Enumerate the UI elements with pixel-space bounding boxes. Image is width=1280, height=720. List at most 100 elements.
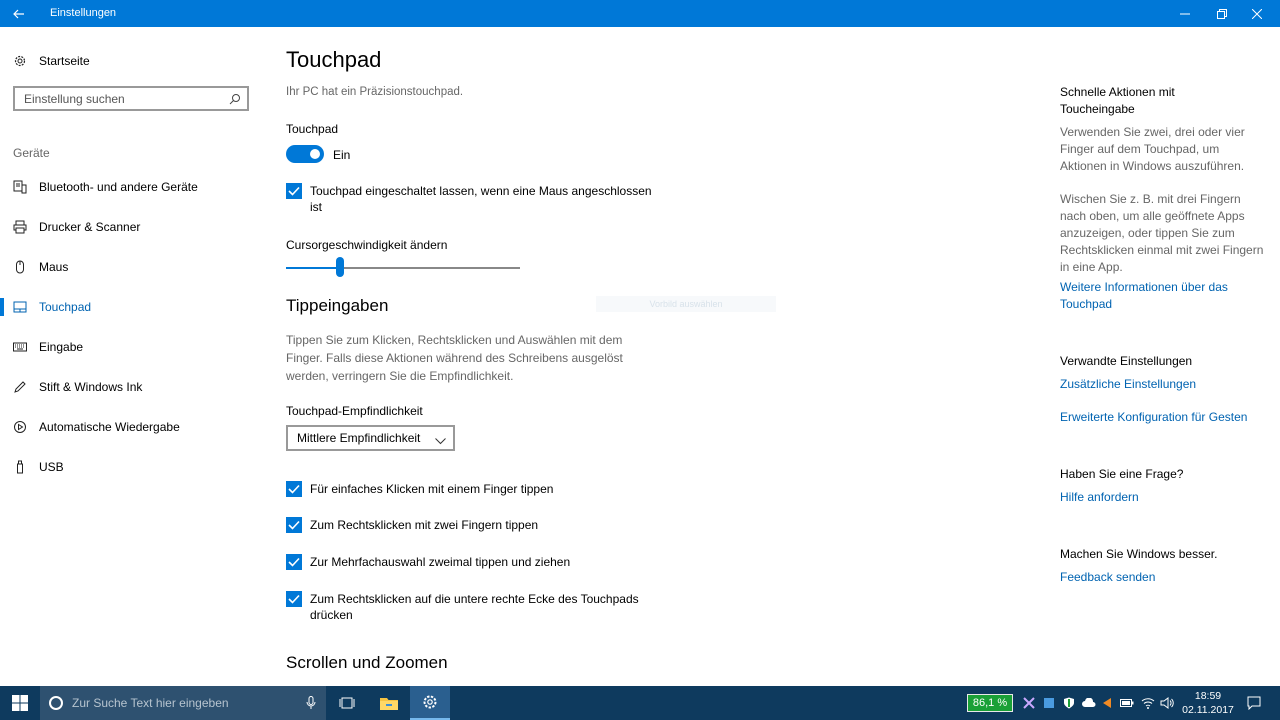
scroll-zoom-heading: Scrollen und Zoomen: [286, 653, 448, 672]
usb-icon: [12, 459, 28, 475]
checkbox-label: Zum Rechtsklicken auf die untere rechte …: [310, 592, 639, 622]
taskbar-search-box[interactable]: Zur Suche Text hier eingeben: [40, 686, 326, 720]
double-tap-drag-checkbox[interactable]: Zur Mehrfachauswahl zweimal tippen und z…: [286, 554, 570, 570]
send-feedback-link[interactable]: Feedback senden: [1060, 569, 1265, 586]
cursor-speed-slider[interactable]: [286, 252, 520, 277]
checkmark-icon: [286, 481, 302, 497]
get-help-link[interactable]: Hilfe anfordern: [1060, 489, 1265, 506]
sidebar-item-label: USB: [39, 460, 64, 474]
sidebar-item-touchpad[interactable]: Touchpad: [0, 287, 266, 327]
quick-actions-text-1: Verwenden Sie zwei, drei oder vier Finge…: [1060, 125, 1245, 173]
task-view-button[interactable]: [327, 686, 367, 720]
settings-search-box: [13, 86, 249, 111]
taskbar-search-placeholder: Zur Suche Text hier eingeben: [72, 696, 229, 710]
folder-icon: [380, 698, 398, 710]
checkbox-label: Zum Rechtsklicken mit zwei Fingern tippe…: [310, 518, 539, 532]
taskbar-clock[interactable]: 18:59 02.11.2017: [1180, 689, 1236, 717]
microphone-icon[interactable]: [306, 696, 316, 715]
home-label: Startseite: [39, 54, 90, 68]
wifi-icon[interactable]: [1140, 695, 1156, 711]
page-title: Touchpad: [286, 47, 382, 72]
touchpad-info-link[interactable]: Weitere Informationen über das Touchpad: [1060, 279, 1250, 313]
touchpad-icon: [12, 299, 28, 315]
tray-app-icon[interactable]: [1021, 695, 1037, 711]
action-center-button[interactable]: [1234, 686, 1274, 720]
checkmark-icon: [286, 554, 302, 570]
tray-app-icon[interactable]: [1099, 695, 1115, 711]
windows-logo-icon: [12, 695, 28, 711]
sensitivity-selected-value: Mittlere Empfindlichkeit: [297, 431, 421, 445]
sensitivity-label: Touchpad-Empfindlichkeit: [286, 404, 423, 418]
sidebar-item-label: Maus: [39, 260, 69, 274]
slider-fill: [286, 267, 340, 269]
touchpad-toggle[interactable]: [286, 145, 324, 163]
bluetooth-devices-icon: [12, 179, 28, 195]
task-view-icon: [339, 697, 355, 709]
search-icon[interactable]: [229, 92, 241, 110]
back-arrow-icon: [13, 9, 24, 18]
close-icon: [1252, 8, 1262, 19]
sidebar-item-input[interactable]: Eingabe: [0, 327, 266, 367]
title-bar: Einstellungen: [0, 0, 1280, 27]
tap-two-finger-right-click-checkbox[interactable]: Zum Rechtsklicken mit zwei Fingern tippe…: [286, 517, 538, 533]
sidebar-item-label: Eingabe: [39, 340, 84, 354]
file-explorer-button[interactable]: [369, 686, 409, 720]
settings-search-input[interactable]: [15, 88, 224, 109]
faded-tooltip: Vorbild auswählen: [596, 296, 776, 312]
tap-section-heading: Tippeingaben: [286, 296, 389, 315]
restore-icon: [1217, 8, 1227, 19]
sensitivity-dropdown[interactable]: Mittlere Empfindlichkeit: [286, 425, 455, 451]
tray-app-icon[interactable]: [1041, 695, 1057, 711]
clock-time: 18:59: [1194, 690, 1222, 702]
toggle-state-text: Ein: [333, 148, 351, 162]
question-heading: Haben Sie eine Frage?: [1060, 467, 1184, 481]
notification-icon: [1247, 696, 1261, 710]
gear-icon: [12, 53, 28, 69]
toggle-knob: [310, 149, 320, 159]
sidebar-item-pen[interactable]: Stift & Windows Ink: [0, 367, 266, 407]
sidebar-item-autoplay[interactable]: Automatische Wiedergabe: [0, 407, 266, 447]
volume-icon[interactable]: [1159, 695, 1175, 711]
window-title: Einstellungen: [50, 7, 117, 19]
checkmark-icon: [286, 591, 302, 607]
chevron-down-icon: [435, 434, 446, 448]
clock-date: 02.11.2017: [1182, 704, 1234, 716]
onedrive-cloud-icon[interactable]: [1081, 695, 1097, 711]
settings-taskbar-button[interactable]: [410, 686, 450, 720]
tap-description: Tippen Sie zum Klicken, Rechtsklicken un…: [286, 333, 623, 383]
autoplay-icon: [12, 419, 28, 435]
device-nav-list: Bluetooth- und andere Geräte Drucker & S…: [0, 167, 266, 487]
tap-single-finger-checkbox[interactable]: Für einfaches Klicken mit einem Finger t…: [286, 481, 553, 497]
keep-on-with-mouse-checkbox[interactable]: Touchpad eingeschaltet lassen, wenn eine…: [286, 183, 666, 215]
quick-actions-heading: Schnelle Aktionen mit Toucheingabe: [1060, 85, 1175, 116]
improve-windows-heading: Machen Sie Windows besser.: [1060, 547, 1218, 561]
quick-actions-text-2: Wischen Sie z. B. mit drei Fingern nach …: [1060, 192, 1264, 274]
sidebar-item-bluetooth[interactable]: Bluetooth- und andere Geräte: [0, 167, 266, 207]
sidebar-item-label: Drucker & Scanner: [39, 220, 141, 234]
checkbox-label: Touchpad eingeschaltet lassen, wenn eine…: [310, 184, 652, 214]
gear-icon: [423, 695, 437, 709]
taskbar: Zur Suche Text hier eingeben 86,1 % 18:5…: [0, 686, 1280, 720]
start-button[interactable]: [0, 686, 40, 720]
touchpad-toggle-label: Touchpad: [286, 122, 339, 136]
advanced-gesture-config-link[interactable]: Erweiterte Konfiguration für Gesten: [1060, 409, 1265, 426]
mouse-icon: [12, 259, 28, 275]
battery-meter[interactable]: 86,1 %: [967, 694, 1013, 712]
shield-icon[interactable]: [1061, 695, 1077, 711]
sidebar-item-usb[interactable]: USB: [0, 447, 266, 487]
close-button[interactable]: [1234, 0, 1280, 27]
additional-settings-link[interactable]: Zusätzliche Einstellungen: [1060, 376, 1265, 393]
sidebar: Startseite Geräte Bluetooth- und andere …: [0, 27, 266, 686]
sidebar-item-label: Bluetooth- und andere Geräte: [39, 180, 198, 194]
slider-thumb[interactable]: [335, 257, 344, 277]
corner-right-click-checkbox[interactable]: Zum Rechtsklicken auf die untere rechte …: [286, 591, 666, 623]
sidebar-item-printers[interactable]: Drucker & Scanner: [0, 207, 266, 247]
keyboard-icon: [12, 339, 28, 355]
battery-icon[interactable]: [1119, 695, 1135, 711]
pen-icon: [12, 379, 28, 395]
sidebar-item-mouse[interactable]: Maus: [0, 247, 266, 287]
home-link[interactable]: Startseite: [12, 53, 90, 69]
back-button[interactable]: [0, 0, 38, 27]
section-label-devices: Geräte: [13, 146, 50, 160]
page-subtitle: Ihr PC hat ein Präzisionstouchpad.: [286, 86, 464, 98]
